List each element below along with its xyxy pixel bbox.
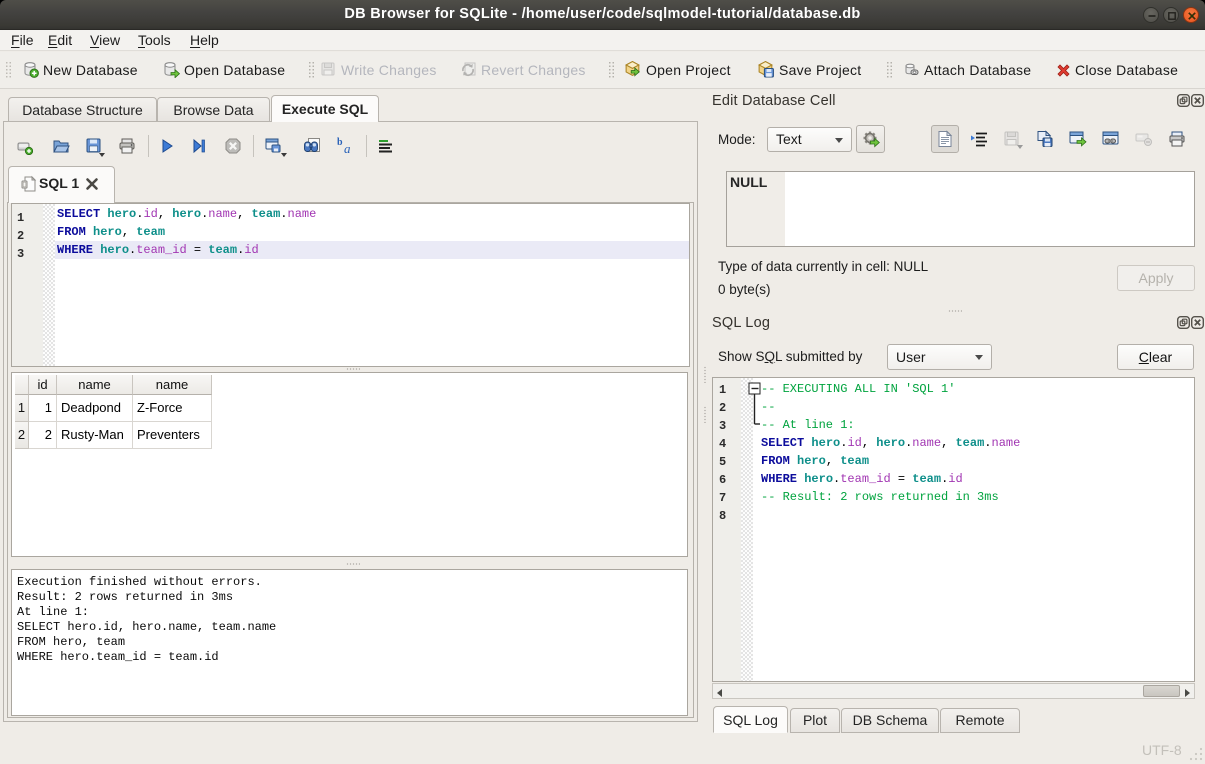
svg-text:b: b [337,137,343,148]
svg-text:a: a [344,141,351,156]
